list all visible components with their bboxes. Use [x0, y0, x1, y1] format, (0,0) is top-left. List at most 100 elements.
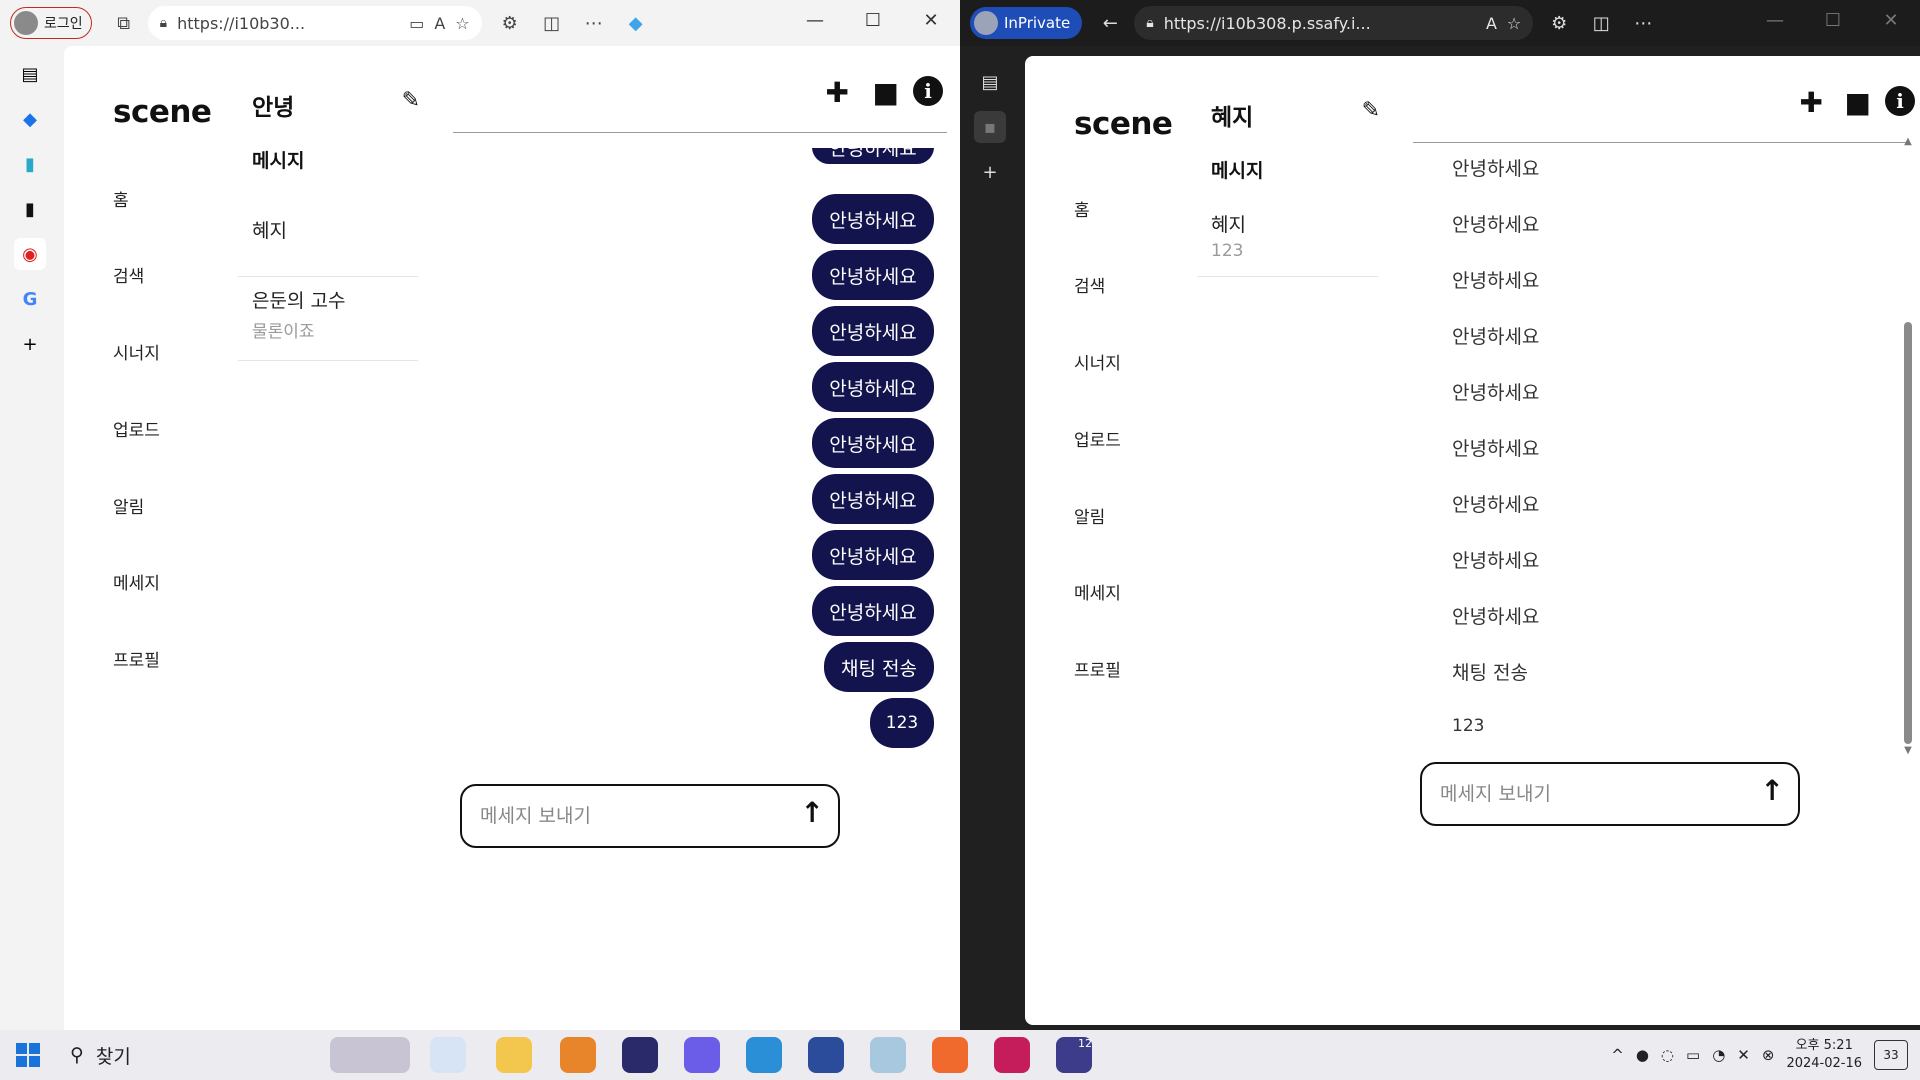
send-arrow-icon[interactable]: ↑: [1761, 774, 1784, 807]
file-explorer-icon[interactable]: [496, 1037, 532, 1073]
scroll-down-icon[interactable]: ▼: [1902, 745, 1914, 756]
search-icon: ⚲: [70, 1044, 84, 1066]
conversation-panel: 안녕 ✎ 메시지 혜지 은둔의 고수 물론이죠: [216, 46, 441, 1030]
nav-synergy[interactable]: 시너지: [1074, 349, 1121, 374]
maximize-icon[interactable]: ☐: [844, 0, 902, 40]
copilot-icon[interactable]: ◆: [620, 7, 652, 39]
nav-synergy[interactable]: 시너지: [113, 339, 160, 364]
favorite-star-icon[interactable]: ☆: [455, 14, 469, 33]
terminal-icon[interactable]: [808, 1037, 844, 1073]
minimize-icon[interactable]: —: [786, 0, 844, 40]
compose-edit-icon[interactable]: ✎: [402, 88, 420, 113]
wifi-icon[interactable]: ◔: [1712, 1046, 1725, 1064]
nav-home[interactable]: 홈: [113, 186, 129, 211]
tab-actions-icon[interactable]: ▤: [974, 66, 1006, 98]
tab-active-icon[interactable]: ▪: [974, 111, 1006, 143]
video-call-icon[interactable]: ■: [873, 76, 899, 109]
nav-messages[interactable]: 메세지: [113, 569, 160, 594]
conversation-item[interactable]: 혜지: [238, 216, 418, 277]
more-options-icon[interactable]: ⋯: [1627, 7, 1659, 39]
battery-icon[interactable]: ▭: [1686, 1046, 1700, 1064]
scrollbar-thumb[interactable]: [1904, 322, 1912, 744]
intellij-icon[interactable]: [994, 1037, 1030, 1073]
message-input[interactable]: [478, 800, 782, 832]
message-bubble: 안녕하세요: [812, 418, 934, 468]
video-call-icon[interactable]: ■: [1845, 86, 1871, 119]
notification-center-icon[interactable]: 33: [1874, 1040, 1908, 1070]
collections-icon[interactable]: ⧉: [108, 7, 140, 39]
camera-icon[interactable]: ▭: [409, 14, 424, 33]
nav-upload[interactable]: 업로드: [1074, 426, 1121, 451]
postman-icon[interactable]: [932, 1037, 968, 1073]
favorite-star-icon[interactable]: ☆: [1507, 14, 1521, 33]
split-screen-icon[interactable]: ◫: [1585, 7, 1617, 39]
clock-time: 오후 5:21: [1795, 1038, 1853, 1053]
new-tab-icon[interactable]: +: [974, 156, 1006, 188]
profile-login-button[interactable]: 로그인: [10, 7, 92, 39]
read-aloud-icon[interactable]: A: [434, 14, 445, 33]
tab-s-icon[interactable]: ▮: [14, 148, 46, 180]
lock-icon: 🔒︎: [159, 15, 168, 31]
info-icon[interactable]: i: [913, 76, 943, 106]
chat-app-icon[interactable]: 12: [1056, 1037, 1092, 1073]
title-bar: InPrivate ← 🔒︎ https://i10b308.p.ssafy.i…: [960, 0, 1920, 46]
more-options-icon[interactable]: ⋯: [578, 7, 610, 39]
brand-logo[interactable]: scene:i: [113, 94, 214, 130]
extensions-icon[interactable]: ⚙: [494, 7, 526, 39]
network-icon[interactable]: ◌: [1661, 1046, 1674, 1064]
edge-browser-icon[interactable]: [430, 1037, 466, 1073]
close-icon[interactable]: ✕: [1862, 0, 1920, 40]
chevron-up-icon[interactable]: ^: [1611, 1046, 1624, 1064]
nav-upload[interactable]: 업로드: [113, 416, 160, 441]
nav-notifications[interactable]: 알림: [113, 493, 144, 518]
conversation-name: 혜지: [1211, 214, 1246, 236]
message-text: 안녕하세요: [1452, 606, 1540, 628]
conversation-item[interactable]: 은둔의 고수 물론이죠: [238, 286, 418, 361]
nav-home[interactable]: 홈: [1074, 196, 1090, 221]
message-input[interactable]: [1438, 778, 1742, 810]
tab-diamond-icon[interactable]: ◆: [14, 103, 46, 135]
vertical-tabs: ▤ ◆ ▮ ▮ ◉ G +: [0, 46, 60, 1030]
app-notes-icon[interactable]: [870, 1037, 906, 1073]
plus-icon[interactable]: ✚: [1800, 86, 1823, 119]
inprivate-badge[interactable]: InPrivate: [970, 7, 1083, 39]
tab-active-record-icon[interactable]: ◉: [14, 238, 46, 270]
status-x-icon[interactable]: ⊗: [1762, 1046, 1775, 1064]
nav-notifications[interactable]: 알림: [1074, 503, 1105, 528]
send-arrow-icon[interactable]: ↑: [801, 796, 824, 829]
plus-icon[interactable]: ✚: [826, 76, 849, 109]
compose-edit-icon[interactable]: ✎: [1362, 98, 1380, 123]
nav-search[interactable]: 검색: [1074, 272, 1105, 297]
address-bar[interactable]: 🔒︎ https://i10b308.p.ssafy.i... A ☆: [1134, 6, 1534, 40]
discord-icon[interactable]: [684, 1037, 720, 1073]
minimize-icon[interactable]: —: [1746, 0, 1804, 40]
chat-scrollbar[interactable]: ▲ ▼: [1902, 136, 1914, 756]
nav-profile[interactable]: 프로필: [1074, 656, 1121, 681]
webstorm-icon[interactable]: [622, 1037, 658, 1073]
nav-profile[interactable]: 프로필: [113, 646, 160, 671]
maximize-icon[interactable]: ☐: [1804, 0, 1862, 40]
close-icon[interactable]: ✕: [902, 0, 960, 40]
conversation-item[interactable]: 혜지 123: [1197, 210, 1378, 277]
split-screen-icon[interactable]: ◫: [536, 7, 568, 39]
back-arrow-icon[interactable]: ←: [1094, 7, 1126, 39]
address-bar[interactable]: 🔒︎ https://i10b30... ▭ A ☆: [147, 6, 482, 40]
tab-actions-icon[interactable]: ▤: [14, 58, 46, 90]
brand-logo[interactable]: scene:i: [1074, 106, 1175, 142]
message-text: 안녕하세요: [1452, 550, 1540, 572]
extensions-icon[interactable]: ⚙: [1543, 7, 1575, 39]
app-triangle-icon[interactable]: [560, 1037, 596, 1073]
windows-start-icon[interactable]: [16, 1043, 40, 1067]
nav-search[interactable]: 검색: [113, 262, 144, 287]
info-icon[interactable]: i: [1885, 86, 1915, 116]
tab-google-icon[interactable]: G: [14, 283, 46, 315]
volume-muted-icon[interactable]: ✕: [1737, 1046, 1750, 1064]
mic-icon[interactable]: ●: [1636, 1046, 1649, 1064]
read-aloud-icon[interactable]: A: [1486, 14, 1497, 33]
tab-dark-icon[interactable]: ▮: [14, 193, 46, 225]
new-tab-icon[interactable]: +: [14, 328, 46, 360]
nav-messages[interactable]: 메세지: [1074, 579, 1121, 604]
docker-icon[interactable]: [746, 1037, 782, 1073]
scroll-up-icon[interactable]: ▲: [1902, 136, 1914, 147]
clock[interactable]: 오후 5:21 2024-02-16: [1786, 1037, 1862, 1073]
